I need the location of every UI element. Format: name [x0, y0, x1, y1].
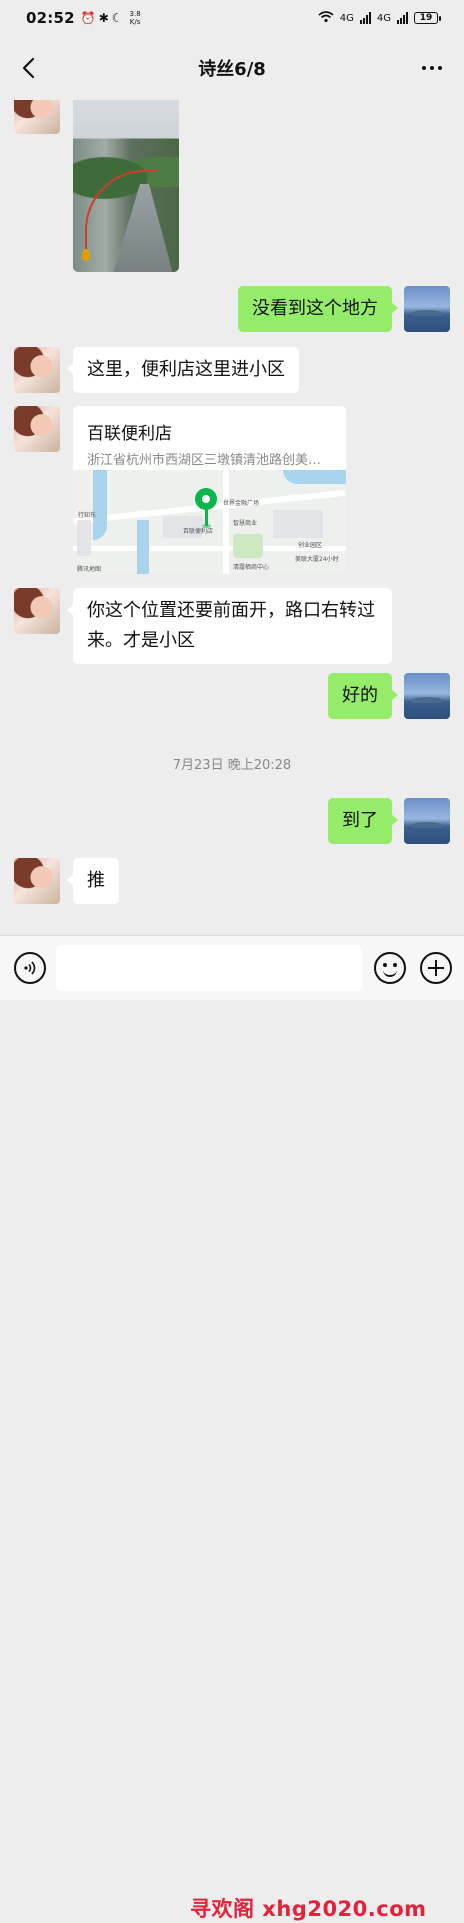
network-speed-unit: K/s	[129, 18, 141, 26]
map-label: 世界金融广场	[223, 500, 260, 507]
message-list[interactable]: 没看到这个地方 这里，便利店这里进小区 百联便利店 浙江省杭州市西湖区三墩镇清池…	[0, 100, 464, 935]
status-icons: ⏰ ✱ ☾ 3.8 K/s	[81, 10, 141, 26]
status-time: 02:52	[26, 9, 75, 27]
wifi-icon	[318, 10, 334, 26]
map-label: 智慧商业	[233, 520, 258, 527]
emoji-button[interactable]	[374, 952, 406, 984]
contact-avatar[interactable]	[14, 406, 60, 452]
map-label: 美联大厦24小时	[295, 556, 339, 563]
location-map: 行知东 世界金融广场 百联便利店 智慧商业 腾讯地图 清露栖商中心 美联大厦24…	[73, 470, 346, 574]
message-image[interactable]	[73, 100, 179, 272]
message-text: 推	[87, 870, 105, 891]
photo-marker	[82, 249, 90, 261]
more-button[interactable]	[416, 54, 448, 82]
watermark: 寻欢阁 xhg2020.com	[190, 1897, 427, 1921]
map-river	[137, 520, 149, 574]
bluetooth-icon: ✱	[98, 11, 109, 25]
network-speed-value: 3.8	[129, 10, 141, 18]
message-bubble-in[interactable]: 推	[67, 858, 119, 904]
my-avatar[interactable]	[404, 673, 450, 719]
signal-2-bars-icon	[397, 12, 408, 24]
map-river	[283, 470, 346, 484]
plus-button[interactable]	[420, 952, 452, 984]
status-bar: 02:52 ⏰ ✱ ☾ 3.8 K/s 4G 4G 19	[0, 0, 464, 36]
message-text: 这里，便利店这里进小区	[87, 359, 285, 380]
more-dot	[430, 66, 434, 70]
location-card[interactable]: 百联便利店 浙江省杭州市西湖区三墩镇清池路创美… 行知东 世界金融广场 百联便利…	[73, 406, 346, 574]
network-speed: 3.8 K/s	[130, 10, 141, 26]
contact-avatar[interactable]	[14, 858, 60, 904]
chat-title: 诗丝6/8	[198, 59, 266, 80]
alarm-icon: ⏰	[80, 11, 96, 25]
signal-1-bars-icon	[359, 12, 371, 24]
message-bubble-out[interactable]: 到了	[328, 798, 398, 844]
input-bar: 寻欢阁 xhg2020.com	[0, 935, 464, 1921]
map-label: 清露栖商中心	[233, 564, 270, 571]
location-address: 浙江省杭州市西湖区三墩镇清池路创美…	[87, 453, 322, 468]
moon-icon: ☾	[111, 11, 123, 25]
message-text: 到了	[342, 810, 378, 831]
chat-timestamp: 7月23日 晚上20:28	[172, 758, 292, 773]
map-block	[77, 520, 91, 556]
message-bubble-in[interactable]: 你这个位置还要前面开，路口右转过来。才是小区	[67, 588, 392, 664]
message-input[interactable]	[56, 945, 362, 991]
voice-button[interactable]	[14, 952, 46, 984]
more-dots-icon	[422, 66, 426, 70]
map-park	[233, 534, 263, 558]
map-pin-shadow	[202, 524, 211, 528]
map-label: 行知东	[78, 512, 97, 519]
message-bubble-out[interactable]: 没看到这个地方	[238, 286, 398, 332]
my-avatar[interactable]	[404, 286, 450, 332]
message-text: 没看到这个地方	[252, 298, 378, 319]
map-road	[223, 470, 229, 574]
map-river	[93, 470, 107, 540]
contact-avatar[interactable]	[14, 100, 60, 134]
message-bubble-in[interactable]: 这里，便利店这里进小区	[67, 347, 299, 393]
chat-header: 诗丝6/8	[0, 36, 464, 100]
location-name: 百联便利店	[87, 424, 172, 444]
message-text: 你这个位置还要前面开，路口右转过来。才是小区	[87, 600, 375, 651]
more-dot	[438, 66, 442, 70]
chevron-left-icon	[22, 57, 35, 79]
map-pin-icon	[195, 488, 217, 510]
contact-avatar[interactable]	[14, 347, 60, 393]
map-label: 创业园区	[298, 542, 323, 549]
map-label: 腾讯地图	[77, 566, 102, 573]
battery-icon: 19	[414, 12, 441, 24]
contact-avatar[interactable]	[14, 588, 60, 634]
signal-2-label: 4G	[376, 12, 391, 24]
signal-1-label: 4G	[339, 12, 354, 24]
back-button[interactable]	[14, 54, 42, 82]
my-avatar[interactable]	[404, 798, 450, 844]
battery-level: 19	[419, 13, 433, 23]
message-text: 好的	[342, 685, 378, 706]
map-block	[273, 510, 323, 538]
voice-icon	[24, 961, 36, 975]
status-right: 4G 4G 19	[318, 10, 441, 26]
message-bubble-out[interactable]: 好的	[328, 673, 398, 719]
